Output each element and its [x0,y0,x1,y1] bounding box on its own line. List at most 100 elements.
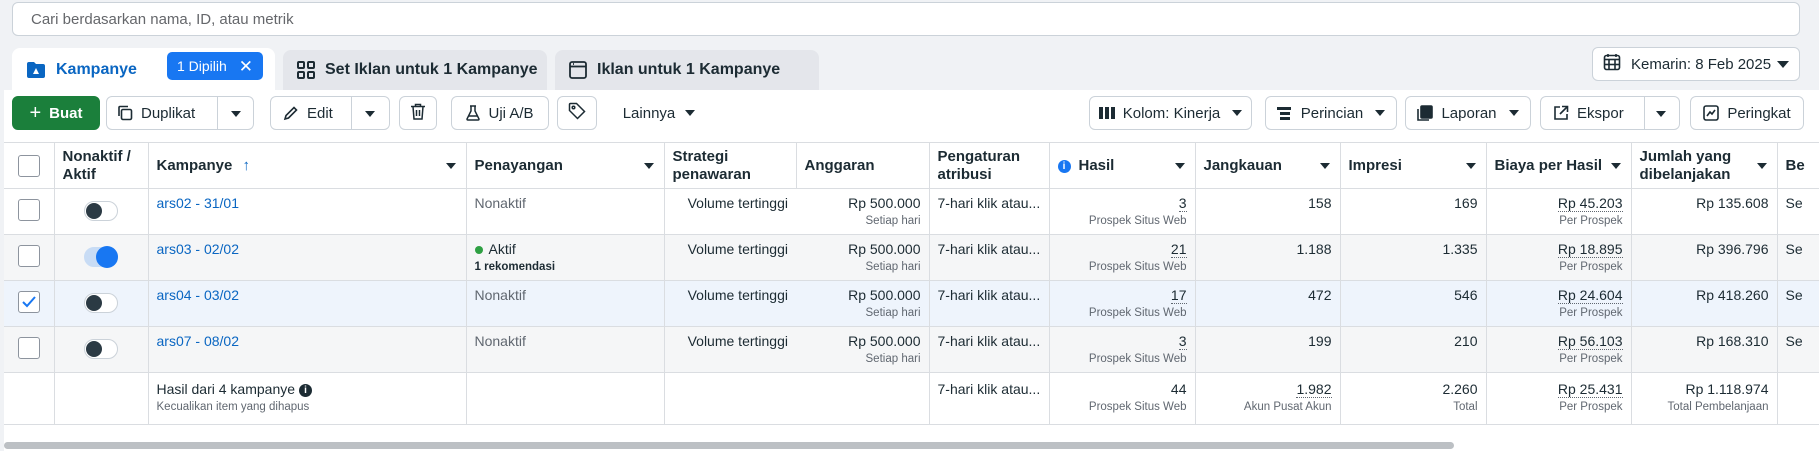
columns-label: Kolom: Kinerja [1122,104,1221,122]
edit-button[interactable]: Edit [271,105,333,122]
budget-cell[interactable]: Rp 500.000 Setiap hari [796,188,930,235]
export-label: Ekspor [1577,104,1624,122]
chevron-down-icon[interactable] [1465,163,1476,169]
header-amount-spent[interactable]: Jumlah yang dibelanjakan [1631,142,1778,189]
cost-per-result-cell: Rp 45.203 Per Prospek [1486,188,1632,235]
summary-impressions: 2.260 Total [1340,372,1487,425]
table-row[interactable]: ars07 - 08/02 Nonaktif Volume tertinggi Rp … [4,326,1819,373]
export-button[interactable]: Ekspor [1541,105,1624,122]
tab-ads[interactable]: Iklan untuk 1 Kampanye [555,50,819,90]
header-impressions[interactable]: Impresi [1340,142,1487,189]
campaign-toggle[interactable] [84,293,118,313]
tab-adsets[interactable]: Set Iklan untuk 1 Kampanye [283,50,547,90]
table-row[interactable]: ars02 - 31/01 Nonaktif Volume tertinggi Rp … [4,188,1819,235]
more-button[interactable]: Lainnya [614,96,704,130]
campaign-name-link[interactable]: ars03 - 02/02 [157,241,240,257]
header-bid-strategy[interactable]: Strategi penawaran [664,142,797,189]
date-range-picker[interactable]: Kemarin: 8 Feb 2025 [1592,47,1800,81]
recommendation-link[interactable]: 1 rekomendasi [475,261,656,273]
duplicate-menu-chevron-icon[interactable] [231,111,241,117]
row-toggle-cell [54,326,149,373]
ab-test-button[interactable]: Uji A/B [451,96,549,130]
toggle-knob [96,246,118,268]
header-results[interactable]: i Hasil [1049,142,1196,189]
header-next-column[interactable]: Be [1777,142,1819,189]
edit-menu-chevron-icon[interactable] [365,111,375,117]
impressions-cell: 1.335 [1340,234,1487,281]
search-bar[interactable] [12,2,1800,36]
tag-button[interactable] [557,96,597,130]
campaign-panel: + Buat Duplikat Edit Uji A/B Lainnya Kol… [4,90,1819,451]
selected-badge[interactable]: 1 Dipilih ✕ [166,52,263,80]
tab-campaigns[interactable]: Kampanye 1 Dipilih ✕ [12,48,275,90]
header-attribution[interactable]: Pengaturan atribusi [929,142,1050,189]
search-input[interactable] [29,9,1783,29]
row-checkbox[interactable] [17,199,40,221]
row-toggle-cell [54,280,149,327]
campaign-name-cell: ars03 - 02/02 [148,234,467,281]
reach-cell: 199 [1195,326,1341,373]
next-column-cell: Se [1777,188,1819,235]
table-row[interactable]: ars04 - 03/02 Nonaktif Volume tertinggi Rp … [4,280,1819,327]
campaign-toggle[interactable] [84,339,118,359]
select-all-checkbox[interactable] [17,154,40,177]
clear-selection-icon[interactable]: ✕ [239,58,253,75]
campaign-name-link[interactable]: ars02 - 31/01 [157,195,240,211]
campaign-name-link[interactable]: ars04 - 03/02 [157,287,240,303]
rules-button[interactable]: Peringkat [1690,96,1804,130]
edit-split-button: Edit [270,96,390,130]
impressions-cell: 169 [1340,188,1487,235]
budget-cell[interactable]: Rp 500.000 Setiap hari [796,326,930,373]
ad-icon [569,61,587,79]
toggle-knob [86,295,102,311]
header-cost-per-result[interactable]: Biaya per Hasil [1486,142,1632,189]
export-menu-chevron-icon[interactable] [1656,111,1666,117]
cost-per-result-cell: Rp 18.895 Per Prospek [1486,234,1632,281]
campaign-toggle[interactable] [84,201,118,221]
chevron-down-icon[interactable] [1319,163,1330,169]
header-delivery[interactable]: Penayangan [466,142,665,189]
results-cell: 3 Prospek Situs Web [1049,326,1196,373]
duplicate-button[interactable]: Duplikat [107,105,219,122]
pencil-icon [283,105,299,121]
summary-amount-spent: Rp 1.118.974 Total Pembelanjaan [1631,372,1778,425]
chevron-down-icon [685,110,696,116]
row-checkbox[interactable] [17,291,40,313]
table-row[interactable]: ars03 - 02/02 Aktif 1 rekomendasi Volume te… [4,234,1819,281]
info-icon[interactable]: i [299,384,313,397]
duplicate-label: Duplikat [141,104,196,122]
budget-cell[interactable]: Rp 500.000 Setiap hari [796,280,930,327]
next-column-cell: Se [1777,326,1819,373]
chevron-down-icon[interactable] [643,163,654,169]
results-cell: 21 Prospek Situs Web [1049,234,1196,281]
horizontal-scrollbar[interactable] [4,442,1454,449]
reports-button[interactable]: Laporan [1405,96,1531,130]
campaign-toggle[interactable] [84,246,118,268]
amount-spent-cell: Rp 396.796 [1631,234,1778,281]
row-select-cell [4,326,55,373]
columns-button[interactable]: Kolom: Kinerja [1089,96,1252,130]
row-checkbox[interactable] [17,337,40,359]
budget-cell[interactable]: Rp 500.000 Setiap hari [796,234,930,281]
results-cell: 17 Prospek Situs Web [1049,280,1196,327]
create-label: Buat [49,104,83,122]
chevron-down-icon[interactable] [445,163,456,169]
active-status-dot [474,246,483,255]
chevron-down-icon[interactable] [1174,163,1185,169]
edit-label: Edit [307,104,333,122]
row-checkbox[interactable] [17,245,40,267]
header-reach[interactable]: Jangkauan [1195,142,1341,189]
info-icon[interactable]: i [1057,160,1071,173]
header-campaign[interactable]: Kampanye ↑ [148,142,467,189]
chevron-down-icon[interactable] [1756,163,1767,169]
create-button[interactable]: + Buat [12,96,100,130]
header-toggle[interactable]: Nonaktif / Aktif [54,142,149,189]
delete-button[interactable] [399,96,437,130]
campaign-name-link[interactable]: ars07 - 08/02 [157,333,240,349]
breakdown-button[interactable]: Perincian [1265,96,1397,130]
summary-results: 44 Prospek Situs Web [1049,372,1196,425]
more-label: Lainnya [622,104,676,122]
header-budget[interactable]: Anggaran [796,142,930,189]
chevron-down-icon [1508,110,1519,116]
chevron-down-icon[interactable] [1610,163,1621,169]
